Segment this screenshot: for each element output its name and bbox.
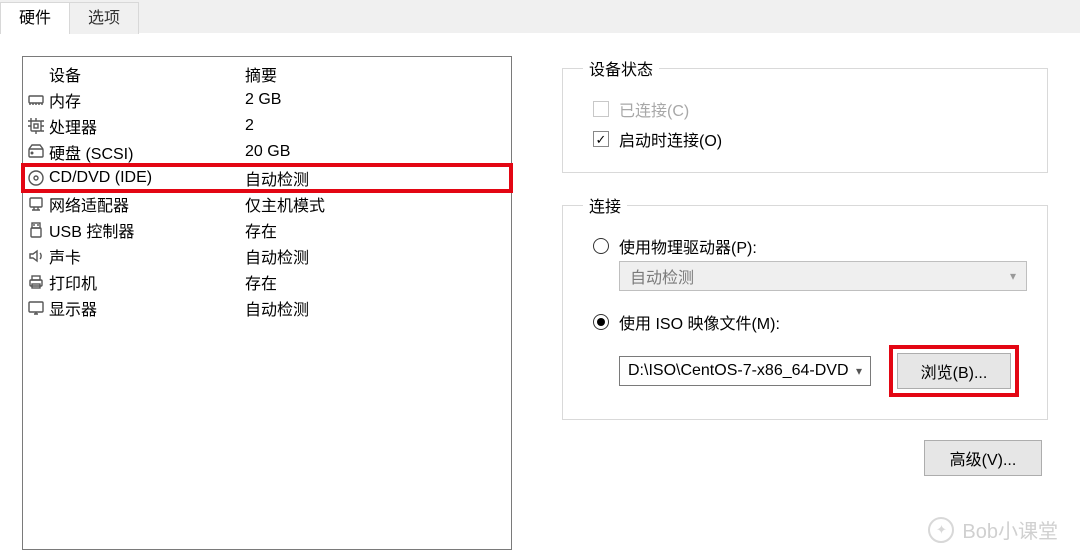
iso-path-value: D:\ISO\CentOS-7-x86_64-DVD bbox=[628, 362, 849, 380]
device-row[interactable]: CD/DVD (IDE) 自动检测 bbox=[23, 165, 511, 191]
device-list: 设备 摘要 内存 2 GB 处理器 2 硬盘 (SCSI) 20 GB CD/DVD (ID… bbox=[22, 56, 512, 550]
device-row[interactable]: 网络适配器 仅主机模式 bbox=[23, 191, 511, 217]
iso-path-combo[interactable]: D:\ISO\CentOS-7-x86_64-DVD ▾ bbox=[619, 356, 871, 386]
device-name: 声卡 bbox=[49, 244, 81, 268]
wechat-icon: ✦ bbox=[928, 517, 954, 543]
device-name: 显示器 bbox=[49, 296, 97, 320]
use-iso-label: 使用 ISO 映像文件(M): bbox=[619, 310, 780, 334]
net-icon bbox=[27, 195, 45, 213]
connect-at-poweron-label: 启动时连接(O) bbox=[619, 127, 722, 151]
device-name: USB 控制器 bbox=[49, 218, 134, 242]
browse-button[interactable]: 浏览(B)... bbox=[897, 353, 1011, 389]
content-area: 设备 摘要 内存 2 GB 处理器 2 硬盘 (SCSI) 20 GB CD/DVD (ID… bbox=[0, 34, 1080, 554]
device-name: 内存 bbox=[49, 88, 81, 112]
device-summary: 存在 bbox=[245, 276, 277, 293]
device-name: 硬盘 (SCSI) bbox=[49, 140, 133, 164]
device-summary: 自动检测 bbox=[245, 250, 309, 267]
tab-hardware[interactable]: 硬件 bbox=[0, 2, 70, 34]
chevron-down-icon: ▾ bbox=[1010, 269, 1016, 283]
printer-icon bbox=[27, 273, 45, 291]
connected-checkbox bbox=[593, 101, 609, 117]
browse-highlight: 浏览(B)... bbox=[889, 345, 1019, 397]
use-iso-radio[interactable] bbox=[593, 314, 609, 330]
device-row[interactable]: 处理器 2 bbox=[23, 113, 511, 139]
use-iso-row[interactable]: 使用 ISO 映像文件(M): bbox=[593, 307, 1027, 337]
device-summary: 仅主机模式 bbox=[245, 198, 325, 215]
use-physical-label: 使用物理驱动器(P): bbox=[619, 234, 757, 258]
cd-icon bbox=[27, 169, 45, 187]
hdd-icon bbox=[27, 143, 45, 161]
connected-label: 已连接(C) bbox=[619, 97, 689, 121]
device-summary: 2 GB bbox=[245, 91, 281, 108]
connect-at-poweron-checkbox[interactable]: ✓ bbox=[593, 131, 609, 147]
device-row[interactable]: 声卡 自动检测 bbox=[23, 243, 511, 269]
chevron-down-icon[interactable]: ▾ bbox=[856, 364, 862, 378]
cpu-icon bbox=[27, 117, 45, 135]
sound-icon bbox=[27, 247, 45, 265]
device-name: 网络适配器 bbox=[49, 192, 129, 216]
physical-drive-combo: 自动检测 ▾ bbox=[619, 261, 1027, 291]
device-name: 处理器 bbox=[49, 114, 97, 138]
watermark: ✦ Bob小课堂 bbox=[928, 515, 1058, 544]
iso-row: D:\ISO\CentOS-7-x86_64-DVD ▾ 浏览(B)... bbox=[583, 345, 1027, 397]
header-device: 设备 bbox=[49, 62, 81, 86]
device-status-legend: 设备状态 bbox=[583, 56, 659, 80]
tab-options[interactable]: 选项 bbox=[70, 2, 139, 34]
tab-strip: 硬件 选项 bbox=[0, 0, 1080, 34]
display-icon bbox=[27, 299, 45, 317]
physical-drive-value: 自动检测 bbox=[630, 264, 694, 288]
device-row[interactable]: 硬盘 (SCSI) 20 GB bbox=[23, 139, 511, 165]
device-summary: 自动检测 bbox=[245, 172, 309, 189]
device-row[interactable]: 打印机 存在 bbox=[23, 269, 511, 295]
device-name: 打印机 bbox=[49, 270, 97, 294]
device-name: CD/DVD (IDE) bbox=[49, 169, 152, 187]
device-summary: 2 bbox=[245, 117, 254, 134]
device-status-group: 设备状态 已连接(C) ✓ 启动时连接(O) bbox=[562, 56, 1048, 173]
connection-legend: 连接 bbox=[583, 193, 627, 217]
use-physical-radio[interactable] bbox=[593, 238, 609, 254]
use-physical-row[interactable]: 使用物理驱动器(P): bbox=[593, 231, 1027, 261]
advanced-row: 高级(V)... bbox=[562, 440, 1048, 476]
status-connected-row: 已连接(C) bbox=[593, 94, 1027, 124]
status-poweron-row[interactable]: ✓ 启动时连接(O) bbox=[593, 124, 1027, 154]
device-row[interactable]: USB 控制器 存在 bbox=[23, 217, 511, 243]
usb-icon bbox=[27, 221, 45, 239]
device-row[interactable]: 显示器 自动检测 bbox=[23, 295, 511, 321]
device-summary: 20 GB bbox=[245, 143, 290, 160]
device-summary: 自动检测 bbox=[245, 302, 309, 319]
device-summary: 存在 bbox=[245, 224, 277, 241]
device-list-header: 设备 摘要 bbox=[23, 61, 511, 87]
device-row[interactable]: 内存 2 GB bbox=[23, 87, 511, 113]
vm-settings-dialog: 硬件 选项 设备 摘要 内存 2 GB 处理器 2 硬盘 (SCSI) 20 GB CD/D… bbox=[0, 0, 1080, 554]
memory-icon bbox=[27, 91, 45, 109]
header-summary: 摘要 bbox=[245, 68, 277, 85]
device-details: 设备状态 已连接(C) ✓ 启动时连接(O) 连接 使用物理驱动器(P): 自动… bbox=[512, 56, 1074, 554]
connection-group: 连接 使用物理驱动器(P): 自动检测 ▾ 使用 ISO 映像文件(M): D:… bbox=[562, 193, 1048, 420]
advanced-button[interactable]: 高级(V)... bbox=[924, 440, 1042, 476]
watermark-text: Bob小课堂 bbox=[962, 515, 1058, 544]
